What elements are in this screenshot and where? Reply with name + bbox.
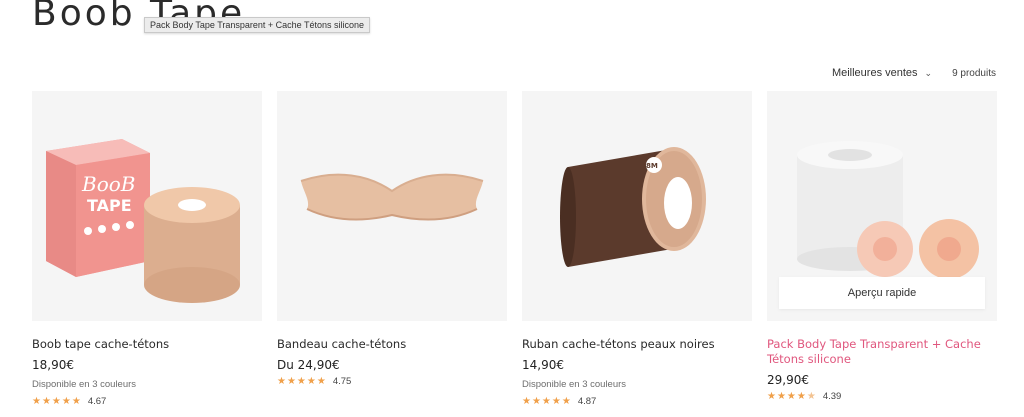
rating-value: 4.67: [87, 396, 107, 407]
product-availability: Disponible en 3 couleurs: [32, 379, 137, 390]
sort-bar: Meilleures ventes ⌄ 9 produits: [832, 67, 996, 79]
product-image[interactable]: 8M: [522, 91, 752, 321]
roll-label: 8M: [646, 162, 658, 170]
star-rating-icon: ★★★★★: [522, 396, 572, 407]
product-card[interactable]: BooB TAPE Boob tape cache-tétons 18,90€ …: [32, 91, 262, 407]
product-rating: ★★★★★ 4.87: [522, 396, 752, 407]
product-price: 29,90€: [767, 373, 809, 387]
boob-tape-box-image: BooB TAPE: [46, 139, 240, 303]
sort-label: Meilleures ventes: [831, 67, 918, 79]
product-count: 9 produits: [952, 67, 996, 79]
box-line1: BooB: [81, 172, 135, 196]
rating-value: 4.39: [822, 391, 842, 402]
chevron-down-icon: ⌄: [924, 67, 933, 78]
star-rating-icon: ★★★★★: [277, 376, 327, 387]
box-line2: TAPE: [87, 196, 132, 215]
bandeau-image: [300, 173, 484, 221]
product-price: Du 24,90€: [277, 358, 340, 372]
product-card[interactable]: 8M Ruban cache-tétons peaux noires 14,90…: [522, 91, 752, 407]
star-rating-icon: ★★★★★: [767, 391, 817, 402]
rating-value: 4.75: [332, 376, 352, 387]
star-rating-icon: ★★★★★: [32, 396, 82, 407]
rating-value: 4.87: [577, 396, 597, 407]
quick-view-button[interactable]: Aperçu rapide: [779, 277, 985, 309]
sort-dropdown[interactable]: Meilleures ventes ⌄: [832, 67, 932, 79]
product-grid: BooB TAPE Boob tape cache-tétons 18,90€ …: [32, 91, 997, 407]
product-price: 14,90€: [522, 358, 564, 372]
tooltip: Pack Body Tape Transparent + Cache Téton…: [144, 17, 371, 33]
product-title[interactable]: Pack Body Tape Transparent + Cache Téton…: [767, 337, 997, 367]
product-title[interactable]: Bandeau cache-tétons: [277, 337, 507, 352]
half-star-icon: ★: [806, 391, 817, 402]
dark-tape-roll-image: 8M: [560, 147, 706, 267]
product-price: 18,90€: [32, 358, 74, 372]
product-image[interactable]: Aperçu rapide: [767, 91, 997, 321]
product-title[interactable]: Boob tape cache-tétons: [32, 337, 262, 352]
product-rating: ★★★★★ 4.67: [32, 396, 262, 407]
product-card[interactable]: Bandeau cache-tétons Du 24,90€ ★★★★★ 4.7…: [277, 91, 507, 407]
product-title[interactable]: Ruban cache-tétons peaux noires: [522, 337, 752, 352]
product-card[interactable]: Aperçu rapide Pack Body Tape Transparent…: [767, 91, 997, 407]
product-rating: ★★★★★ 4.75: [277, 376, 507, 387]
product-availability: Disponible en 3 couleurs: [522, 379, 627, 390]
stars-filled: ★★★★: [767, 391, 807, 402]
product-image[interactable]: BooB TAPE: [32, 91, 262, 321]
product-image[interactable]: [277, 91, 507, 321]
product-rating: ★★★★★ 4.39: [767, 391, 997, 402]
